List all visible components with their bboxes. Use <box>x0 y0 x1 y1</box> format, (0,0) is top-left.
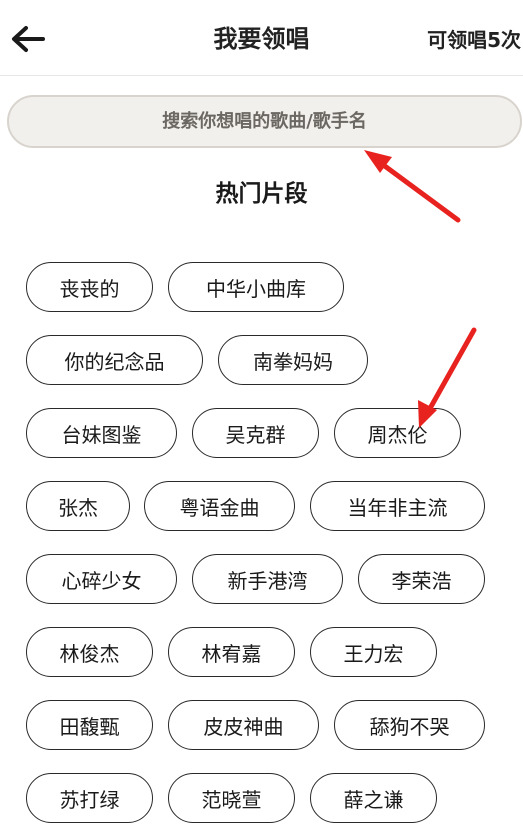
tag-button[interactable]: 张杰 <box>26 481 130 531</box>
tag-button[interactable]: 丧丧的 <box>26 262 153 312</box>
tag-button[interactable]: 苏打绿 <box>26 773 153 823</box>
quota-remaining: 可领唱5次 <box>427 28 521 52</box>
tag-button[interactable]: 周杰伦 <box>334 408 461 458</box>
tag-button[interactable]: 粤语金曲 <box>144 481 295 531</box>
tag-button[interactable]: 当年非主流 <box>310 481 485 531</box>
arrow-left-icon <box>12 26 45 52</box>
tag-button[interactable]: 心碎少女 <box>26 554 177 604</box>
tag-button[interactable]: 李荣浩 <box>358 554 485 604</box>
tag-button[interactable]: 林俊杰 <box>26 627 153 677</box>
tag-button[interactable]: 林宥嘉 <box>168 627 295 677</box>
search-bar[interactable] <box>7 95 522 148</box>
tag-button[interactable]: 舔狗不哭 <box>334 700 485 750</box>
section-title-hot-clips: 热门片段 <box>215 181 308 207</box>
tag-button[interactable]: 南拳妈妈 <box>218 335 368 385</box>
search-input[interactable] <box>9 96 520 147</box>
tag-button[interactable]: 王力宏 <box>310 627 437 677</box>
tag-button[interactable]: 皮皮神曲 <box>168 700 319 750</box>
tag-button[interactable]: 台妹图鉴 <box>26 408 177 458</box>
tag-button[interactable]: 中华小曲库 <box>168 262 344 312</box>
back-button[interactable] <box>10 22 50 56</box>
tag-button[interactable]: 田馥甄 <box>26 700 153 750</box>
tag-button[interactable]: 吴克群 <box>192 408 319 458</box>
tag-button[interactable]: 你的纪念品 <box>26 335 203 385</box>
tag-button[interactable]: 新手港湾 <box>192 554 343 604</box>
top-bar: 我要领唱 可领唱5次 <box>0 0 523 76</box>
tag-button[interactable]: 薛之谦 <box>310 773 437 823</box>
tag-button[interactable]: 范晓萱 <box>168 773 295 823</box>
